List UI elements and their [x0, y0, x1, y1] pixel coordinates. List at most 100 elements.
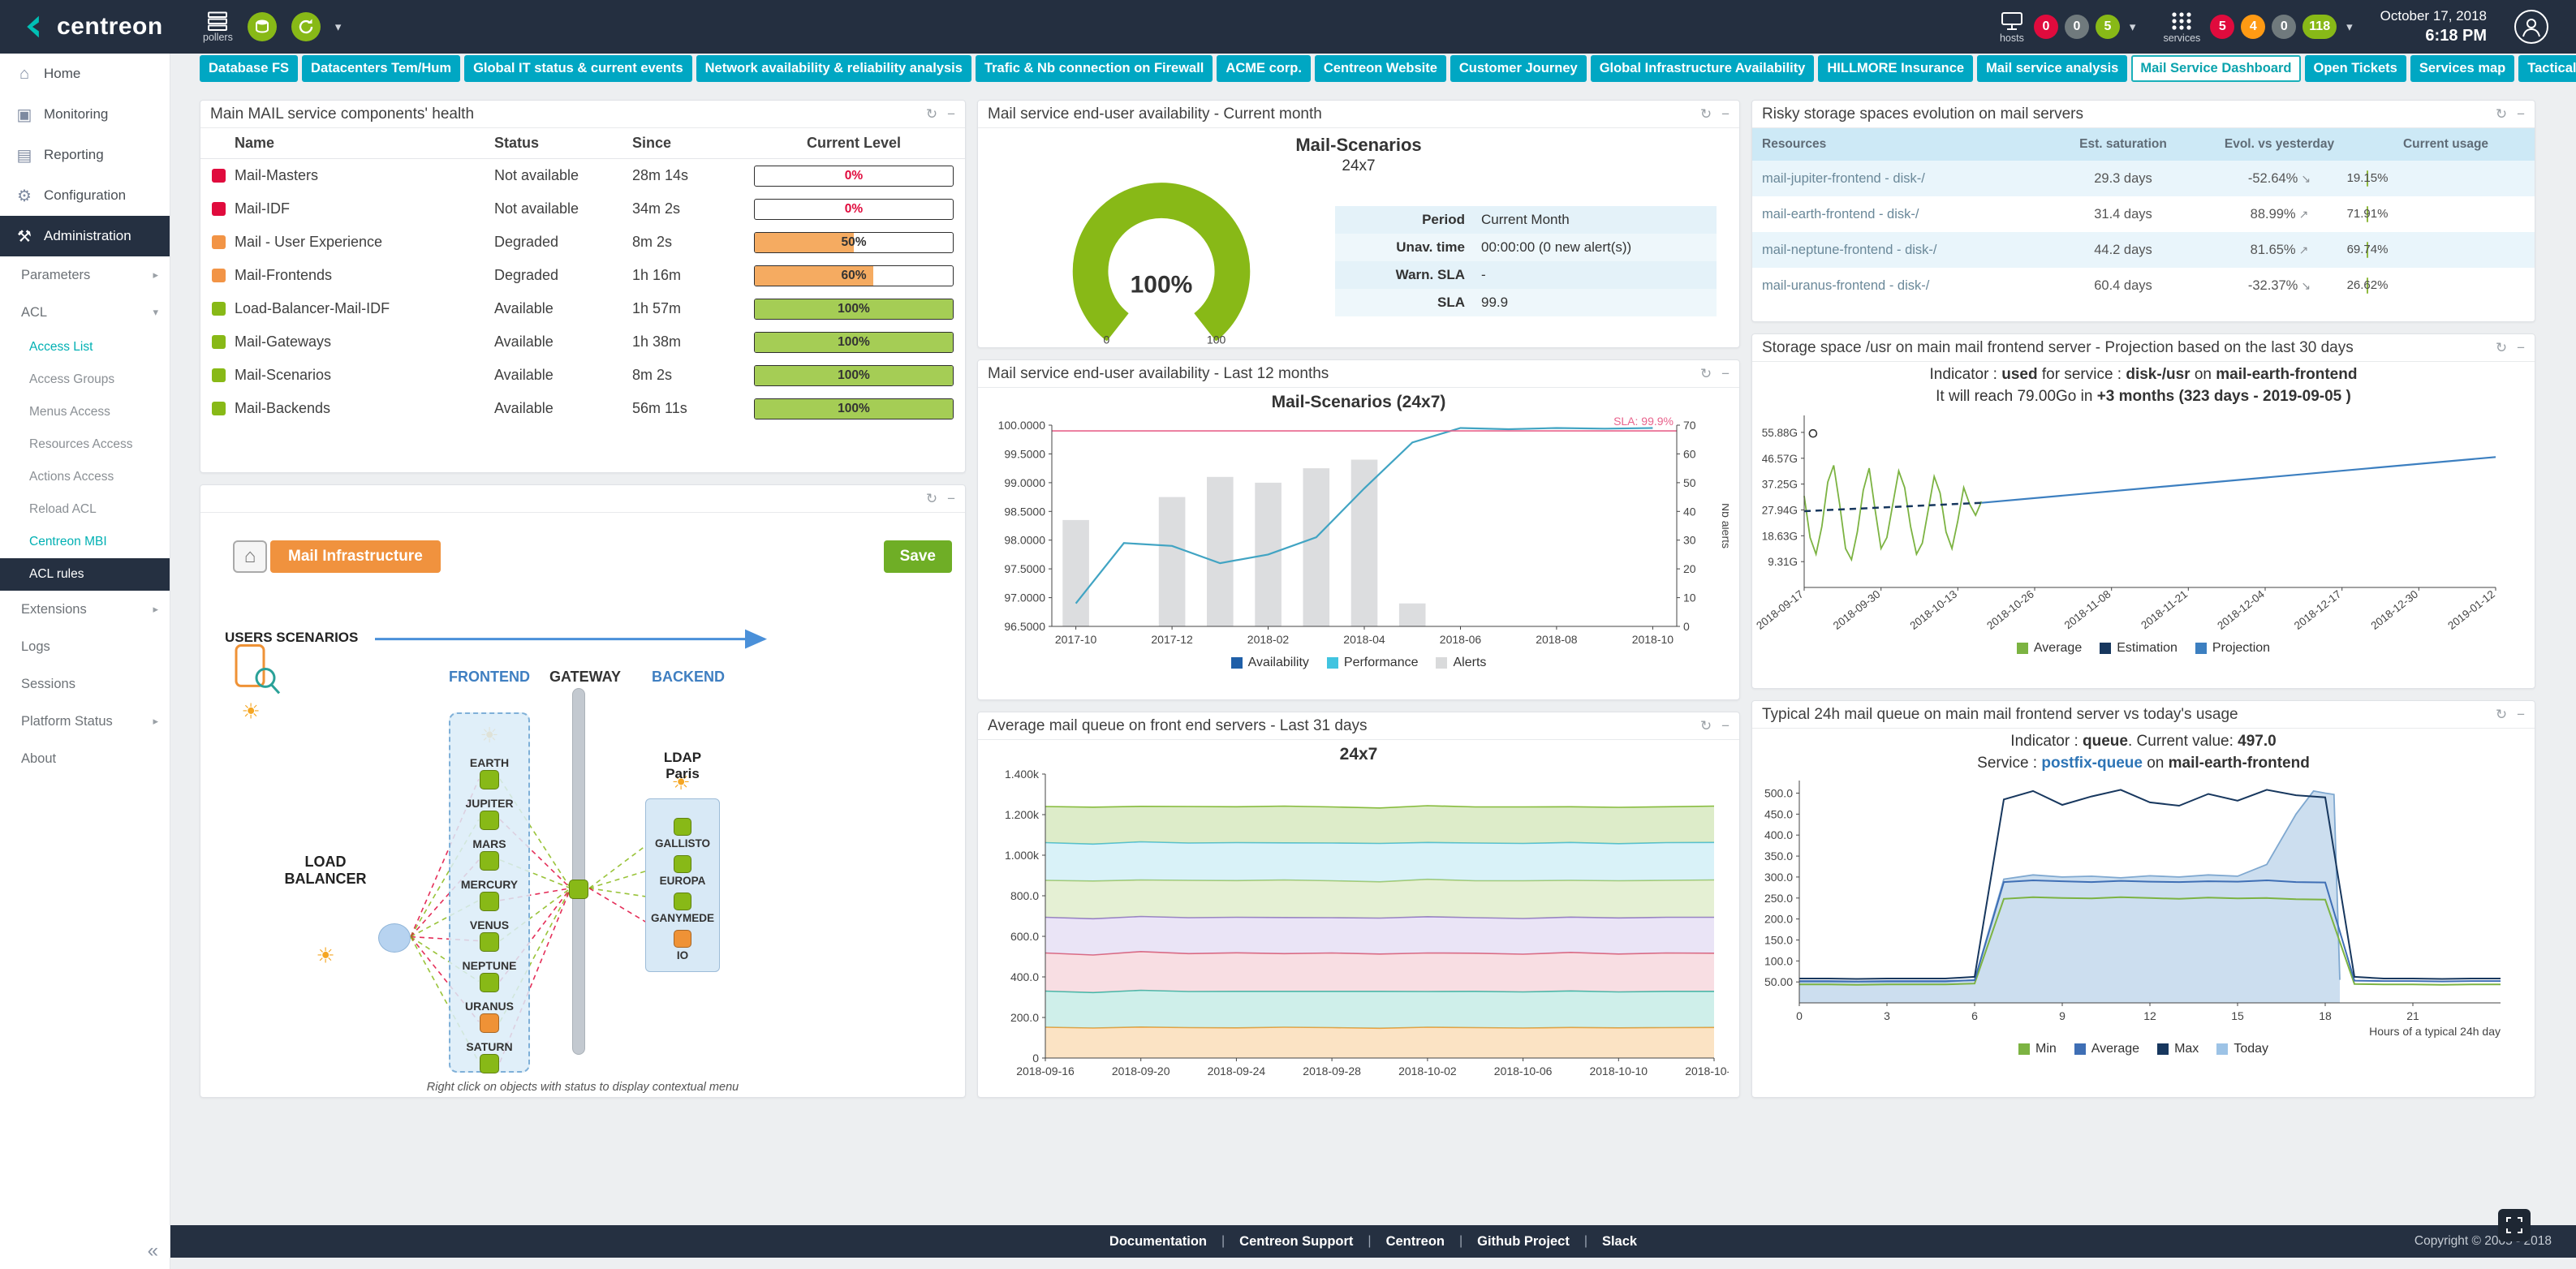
refresh-icon[interactable]: ↻ — [1700, 718, 1712, 734]
availability-12-months-chart[interactable]: SLA: 99.9%96.500097.000097.500098.000098… — [989, 412, 1729, 654]
sidebar-item-reload-acl[interactable]: Reload ACL — [0, 493, 170, 526]
collapse-icon[interactable]: − — [947, 106, 955, 123]
tab-mail-service-dashboard[interactable]: Mail Service Dashboard — [2131, 55, 2300, 82]
table-row[interactable]: Mail-BackendsAvailable56m 11s100% — [200, 392, 965, 425]
hosts-status-group[interactable]: hosts 005 ▾ — [2000, 11, 2136, 44]
sidebar-item-logs[interactable]: Logs — [0, 628, 170, 665]
sidebar-item-access-groups[interactable]: Access Groups — [0, 363, 170, 396]
sidebar-item-about[interactable]: About — [0, 740, 170, 777]
centreon-logo[interactable]: centreon — [0, 13, 170, 41]
collapse-icon[interactable]: − — [1721, 718, 1730, 734]
sidebar-item-home[interactable]: ⌂Home — [0, 54, 170, 94]
services-badge-3[interactable]: 118 — [2302, 15, 2337, 39]
services-badge-0[interactable]: 5 — [2210, 15, 2234, 39]
node-mars[interactable] — [480, 851, 499, 871]
refresh-icon[interactable]: ↻ — [926, 491, 937, 507]
tab-trafic-nb-connection-on-firewall[interactable]: Trafic & Nb connection on Firewall — [976, 55, 1213, 82]
user-avatar-icon[interactable] — [2514, 10, 2548, 44]
refresh-icon[interactable]: ↻ — [1700, 366, 1712, 382]
sidebar-item-monitoring[interactable]: ▣Monitoring — [0, 94, 170, 135]
refresh-icon[interactable]: ↻ — [2496, 340, 2507, 356]
sidebar-item-reporting[interactable]: ▤Reporting — [0, 135, 170, 175]
node-ganymede[interactable] — [674, 893, 691, 910]
table-row[interactable]: Mail - User ExperienceDegraded8m 2s50% — [200, 226, 965, 259]
table-row[interactable]: mail-neptune-frontend - disk-/44.2 days8… — [1752, 232, 2535, 268]
table-row[interactable]: Mail-ScenariosAvailable8m 2s100% — [200, 359, 965, 392]
tab-hillmore-insurance[interactable]: HILLMORE Insurance — [1818, 55, 1973, 82]
storage-projection-chart[interactable]: 9.31G18.63G27.94G37.25G46.57G55.88G2018-… — [1752, 406, 2514, 639]
footer-link-centreon-support[interactable]: Centreon Support — [1239, 1234, 1353, 1250]
database-status-button[interactable] — [248, 12, 277, 41]
tab-network-availability-reliability-analysis[interactable]: Network availability & reliability analy… — [696, 55, 971, 82]
table-row[interactable]: Load-Balancer-Mail-IDFAvailable1h 57m100… — [200, 292, 965, 325]
tab-global-it-status-current-events[interactable]: Global IT status & current events — [464, 55, 692, 82]
footer-link-slack[interactable]: Slack — [1602, 1234, 1637, 1250]
sidebar-item-extensions[interactable]: Extensions▸ — [0, 591, 170, 628]
tab-mail-service-analysis[interactable]: Mail service analysis — [1977, 55, 2127, 82]
typical-24h-queue-chart[interactable]: 50.00100.0150.0200.0250.0300.0350.0400.0… — [1752, 772, 2514, 1040]
tab-tactical-overview[interactable]: Tactical Overview — [2518, 55, 2576, 82]
tab-centreon-website[interactable]: Centreon Website — [1315, 55, 1446, 82]
node-earth[interactable] — [480, 770, 499, 789]
footer-link-centreon[interactable]: Centreon — [1386, 1234, 1445, 1250]
availability-gauge[interactable]: 100%0100 — [999, 177, 1324, 346]
node-uranus[interactable] — [480, 1013, 499, 1033]
node-venus[interactable] — [480, 932, 499, 952]
refresh-icon[interactable]: ↻ — [2496, 106, 2507, 123]
table-row[interactable]: mail-uranus-frontend - disk-/60.4 days-3… — [1752, 268, 2535, 303]
footer-link-documentation[interactable]: Documentation — [1109, 1234, 1207, 1250]
node-load-balancer[interactable] — [378, 923, 411, 953]
table-row[interactable]: Mail-MastersNot available28m 14s0% — [200, 159, 965, 192]
node-io[interactable] — [674, 930, 691, 948]
sidebar-item-resources-access[interactable]: Resources Access — [0, 428, 170, 461]
node-gallisto[interactable] — [674, 818, 691, 836]
refresh-icon[interactable]: ↻ — [926, 106, 937, 123]
hosts-badge-0[interactable]: 0 — [2034, 15, 2058, 39]
sidebar-item-sessions[interactable]: Sessions — [0, 665, 170, 703]
sidebar-item-administration[interactable]: ⚒Administration — [0, 216, 170, 256]
collapse-icon[interactable]: − — [2517, 340, 2525, 356]
collapse-icon[interactable]: − — [1721, 106, 1730, 123]
pollers-button[interactable]: pollers — [203, 11, 233, 43]
infrastructure-diagram[interactable]: ☀☀☀☀⌂Mail InfrastructureSaveUSERS SCENAR… — [200, 513, 965, 1097]
hosts-caret-icon[interactable]: ▾ — [2130, 19, 2136, 34]
node-neptune[interactable] — [480, 973, 499, 992]
node-mercury[interactable] — [480, 892, 499, 911]
node-europa[interactable] — [674, 855, 691, 873]
table-row[interactable]: mail-jupiter-frontend - disk-/29.3 days-… — [1752, 161, 2535, 196]
sidebar-item-acl-rules[interactable]: ACL rules — [0, 558, 170, 591]
sidebar-item-actions-access[interactable]: Actions Access — [0, 461, 170, 493]
refresh-icon[interactable]: ↻ — [1700, 106, 1712, 123]
sync-status-button[interactable] — [291, 12, 321, 41]
sidebar-item-configuration[interactable]: ⚙Configuration — [0, 175, 170, 216]
node-jupiter[interactable] — [480, 811, 499, 830]
infrastructure-banner[interactable]: Mail Infrastructure — [270, 540, 441, 573]
mail-queue-31-days-chart[interactable]: 0200.0400.0600.0800.01.000k1.200k1.400k2… — [989, 764, 1729, 1082]
sidebar-collapse-button[interactable]: « — [148, 1240, 158, 1263]
hosts-badge-2[interactable]: 5 — [2096, 15, 2120, 39]
tab-acme-corp[interactable]: ACME corp. — [1217, 55, 1311, 82]
sidebar-item-acl[interactable]: ACL▾ — [0, 294, 170, 331]
collapse-icon[interactable]: − — [947, 491, 955, 507]
tab-services-map[interactable]: Services map — [2410, 55, 2514, 82]
collapse-icon[interactable]: − — [2517, 707, 2525, 723]
services-badge-2[interactable]: 0 — [2272, 15, 2296, 39]
tab-open-tickets[interactable]: Open Tickets — [2305, 55, 2406, 82]
node-gateway[interactable] — [569, 880, 588, 899]
pollers-caret-icon[interactable]: ▾ — [335, 19, 342, 34]
home-icon[interactable]: ⌂ — [233, 540, 267, 573]
node-saturn[interactable] — [480, 1054, 499, 1073]
services-caret-icon[interactable]: ▾ — [2346, 19, 2353, 34]
sidebar-item-menus-access[interactable]: Menus Access — [0, 396, 170, 428]
fullscreen-toggle-button[interactable] — [2498, 1209, 2531, 1241]
tab-datacenters-tem-hum[interactable]: Datacenters Tem/Hum — [302, 55, 460, 82]
footer-link-github-project[interactable]: Github Project — [1477, 1234, 1570, 1250]
sidebar-item-parameters[interactable]: Parameters▸ — [0, 256, 170, 294]
table-row[interactable]: Mail-GatewaysAvailable1h 38m100% — [200, 325, 965, 359]
save-button[interactable]: Save — [884, 540, 952, 573]
services-status-group[interactable]: services 540118 ▾ — [2163, 11, 2352, 44]
tab-global-infrastructure-availability[interactable]: Global Infrastructure Availability — [1591, 55, 1815, 82]
sidebar-item-platform-status[interactable]: Platform Status▸ — [0, 703, 170, 740]
tab-database-fs[interactable]: Database FS — [200, 55, 298, 82]
services-badge-1[interactable]: 4 — [2241, 15, 2265, 39]
